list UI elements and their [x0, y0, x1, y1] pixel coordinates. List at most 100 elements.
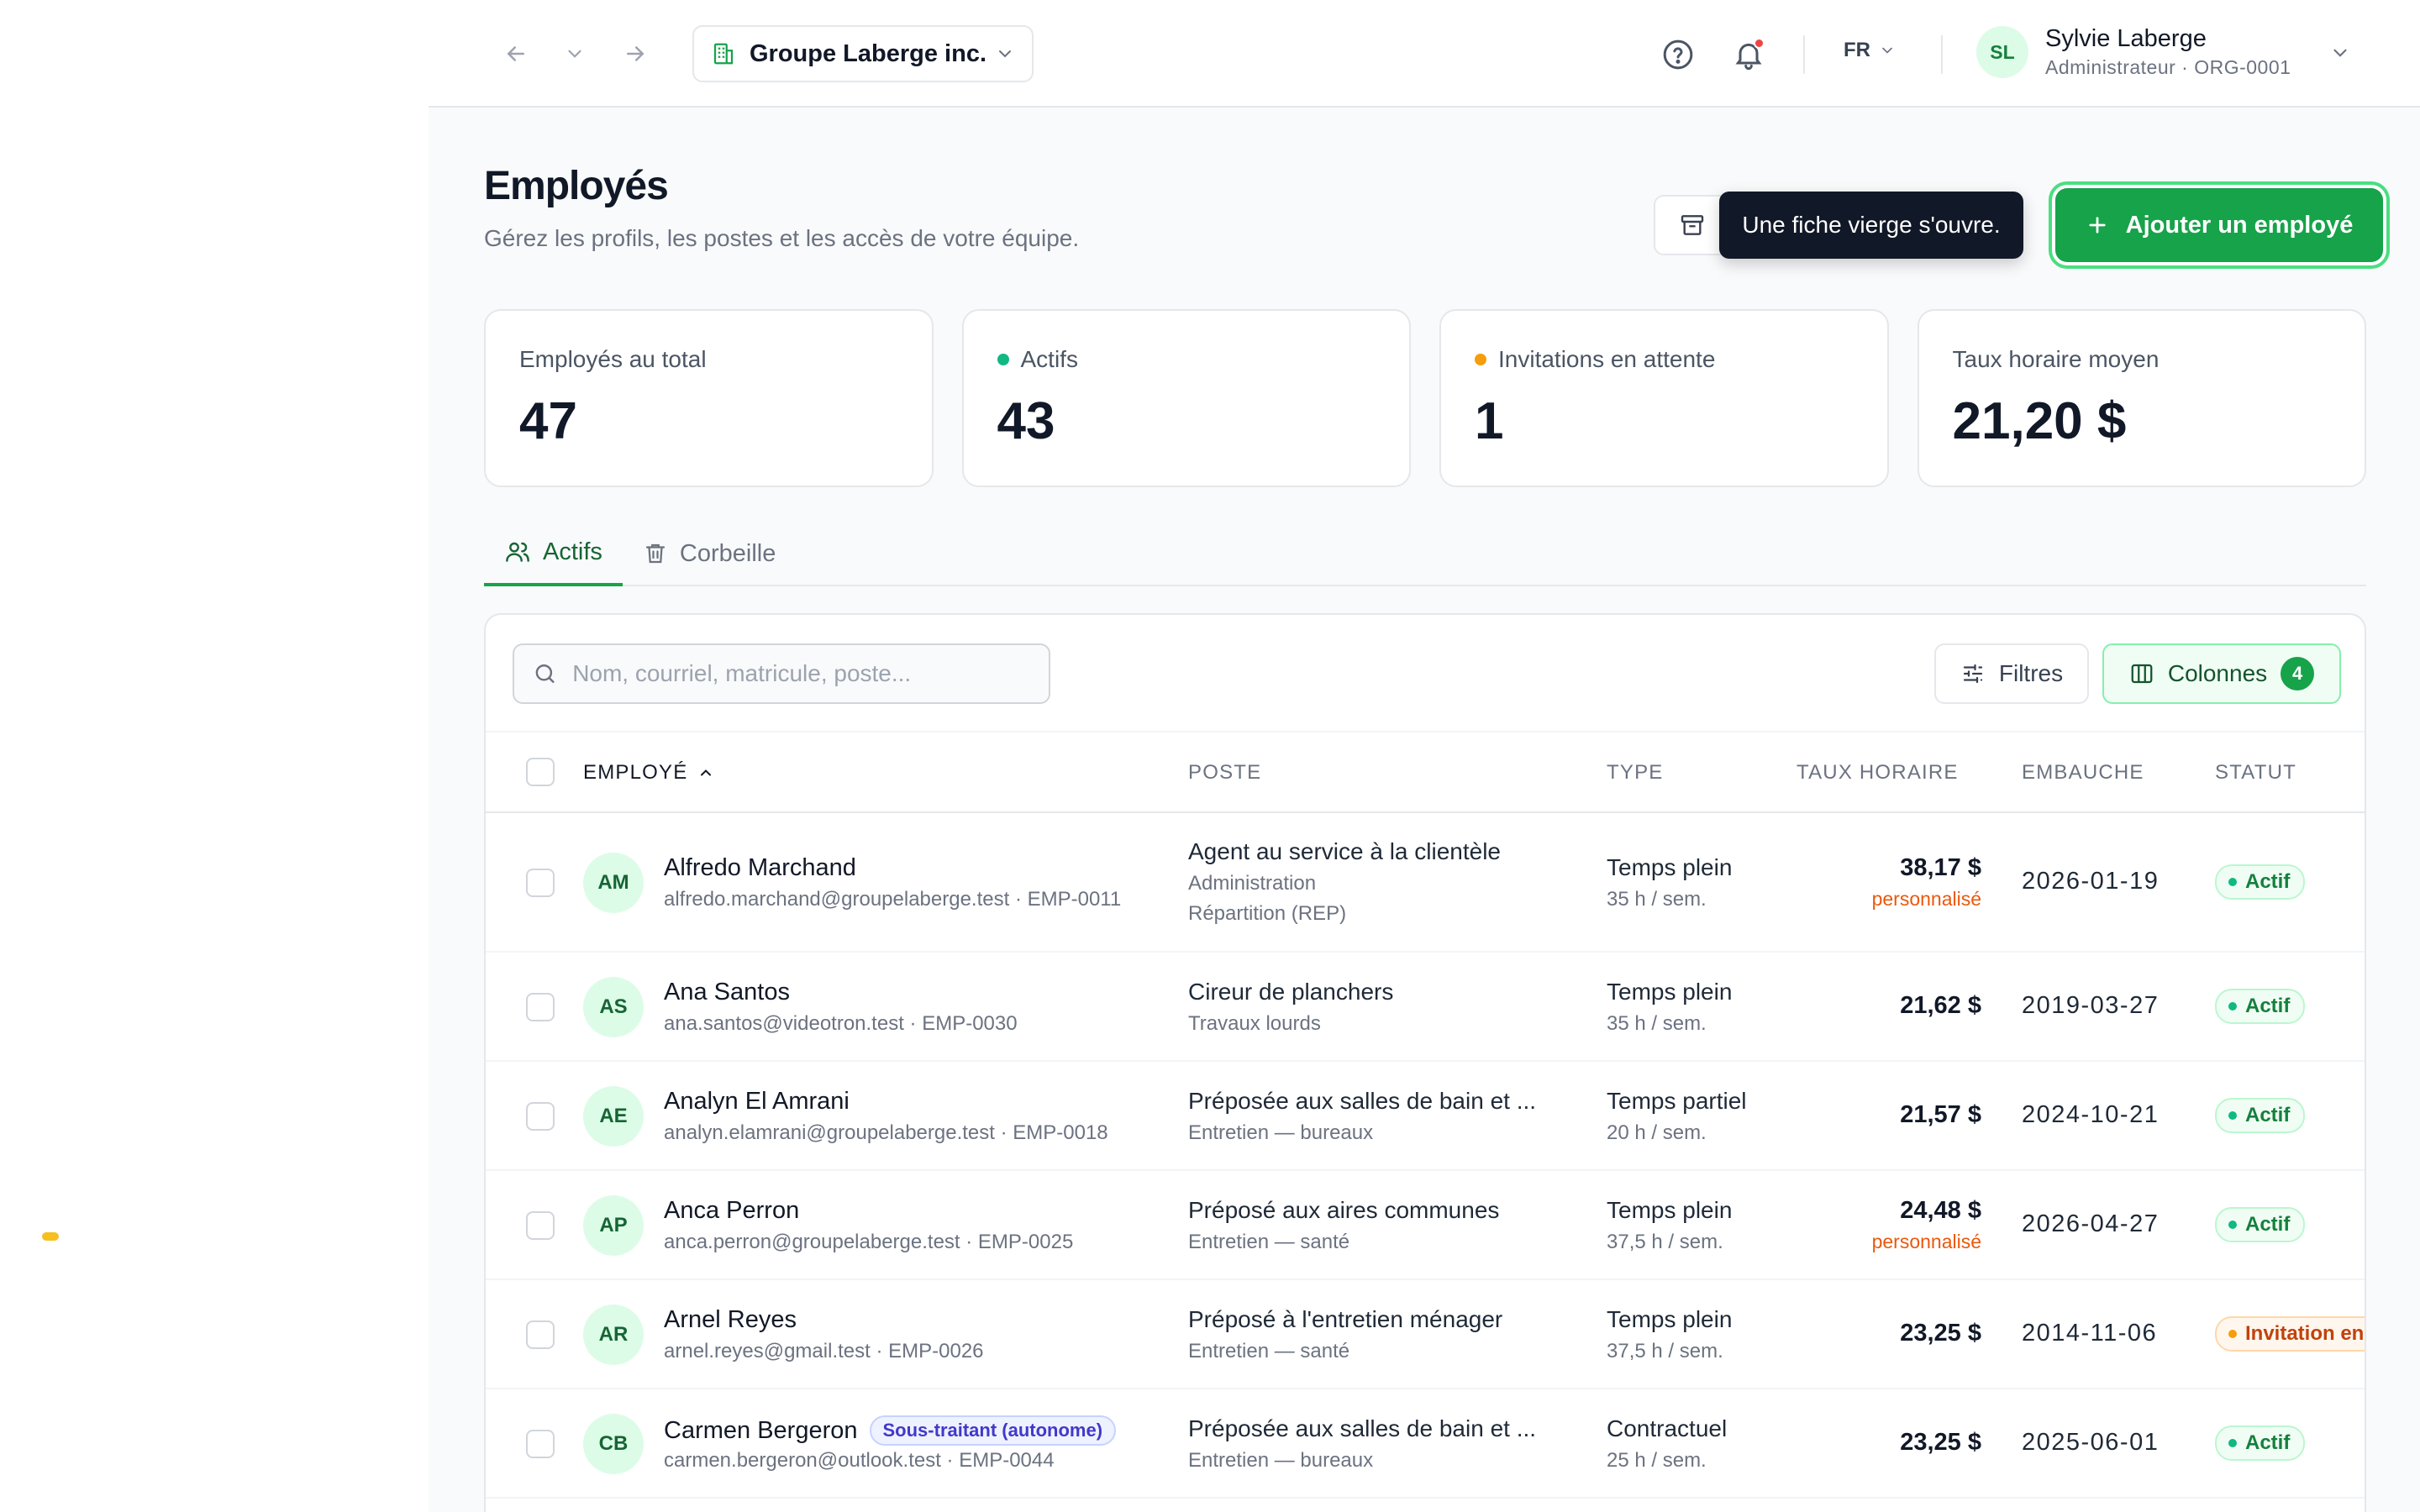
- status-dot-icon: [2228, 1221, 2237, 1229]
- column-header-hire[interactable]: EMBAUCHE: [2022, 761, 2144, 785]
- position-title: Agent au service à la clientèle: [1188, 838, 1501, 864]
- tab-trash[interactable]: Corbeille: [623, 521, 796, 586]
- position-department: Administration: [1188, 872, 1317, 895]
- table-row[interactable]: AE Analyn El Amrani analyn.elamrani@groupe…: [486, 1062, 2365, 1171]
- help-circle-icon: [1663, 39, 1693, 70]
- status-dot-icon: [2228, 1111, 2237, 1120]
- table-row[interactable]: AP Anca Perron anca.perron@groupelaberge.t…: [486, 1171, 2365, 1280]
- back-button[interactable]: [496, 34, 536, 74]
- user-role: Administrateur · ORG-0001: [2045, 56, 2291, 78]
- row-checkbox[interactable]: [526, 1102, 555, 1131]
- arrow-right-icon: [627, 46, 644, 61]
- row-checkbox[interactable]: [526, 1430, 555, 1458]
- stat-value: 1: [1475, 392, 1504, 450]
- row-checkbox[interactable]: [526, 1211, 555, 1240]
- sidebar: [0, 0, 429, 1512]
- add-employee-label: Ajouter un employé: [2125, 211, 2354, 239]
- stat-card-active: Actifs 43: [961, 309, 1411, 487]
- employee-name-line[interactable]: Anca Perron: [664, 1197, 799, 1225]
- position-department: Entretien — santé: [1188, 1340, 1350, 1362]
- search-input[interactable]: [572, 660, 1030, 687]
- forward-button[interactable]: [615, 34, 655, 74]
- employee-meta: ana.santos@videotron.test · EMP-0030: [664, 1012, 1018, 1035]
- column-header-status[interactable]: STATUT: [2215, 761, 2296, 785]
- history-dropdown-button[interactable]: [555, 34, 595, 74]
- hire-date: 2019-03-27: [2022, 992, 2160, 1019]
- table-row[interactable]: AM Alfredo Marchand alfredo.marchand@group…: [486, 813, 2365, 953]
- search-box: [513, 643, 1050, 704]
- rate-custom-note: personnalisé: [1871, 888, 1981, 910]
- employee-meta: alfredo.marchand@groupelaberge.test · EM…: [664, 888, 1122, 911]
- position-department: Entretien — bureaux: [1188, 1121, 1374, 1144]
- status-badge: Actif: [2215, 1098, 2306, 1133]
- columns-icon: [2131, 664, 2153, 684]
- select-all-checkbox[interactable]: [526, 758, 555, 786]
- employee-name-line[interactable]: Analyn El Amrani: [664, 1088, 850, 1116]
- chevron-down-icon: [568, 50, 581, 58]
- employee-name-line[interactable]: Arnel Reyes: [664, 1306, 797, 1334]
- hire-date: 2026-01-19: [2022, 868, 2160, 895]
- organization-switcher[interactable]: Groupe Laberge inc.: [692, 25, 1034, 82]
- weekly-hours: 25 h / sem.: [1607, 1449, 1707, 1472]
- tab-active[interactable]: Actifs: [484, 521, 623, 586]
- column-header-label: EMPLOYÉ: [583, 761, 688, 784]
- status-label: Actif: [2245, 870, 2291, 893]
- columns-button[interactable]: Colonnes 4: [2102, 643, 2341, 704]
- chevron-up-icon: [701, 769, 712, 776]
- row-checkbox[interactable]: [526, 869, 555, 897]
- employee-name: Carmen Bergeron: [664, 1416, 858, 1444]
- language-selector[interactable]: FR: [1844, 39, 1896, 62]
- arrow-left-icon: [507, 46, 524, 61]
- row-checkbox[interactable]: [526, 1320, 555, 1349]
- column-header-rate[interactable]: TAUX HORAIRE: [1797, 761, 1959, 785]
- building-icon: [713, 43, 734, 65]
- user-menu[interactable]: SL Sylvie Laberge Administrateur · ORG-0…: [1976, 25, 2291, 79]
- hire-date: 2026-04-27: [2022, 1210, 2160, 1237]
- column-header-employee[interactable]: EMPLOYÉ: [583, 761, 714, 785]
- weekly-hours: 35 h / sem.: [1607, 1012, 1707, 1035]
- status-label: Actif: [2245, 995, 2291, 1017]
- employee-name: Ana Santos: [664, 979, 790, 1005]
- sliders-icon: [1963, 664, 1982, 684]
- row-checkbox[interactable]: [526, 993, 555, 1021]
- employee-name-line[interactable]: Carmen Bergeron Sous-traitant (autonome): [664, 1415, 1117, 1446]
- filters-button[interactable]: Filtres: [1934, 643, 2089, 704]
- trash-icon: [645, 543, 666, 564]
- table-row[interactable]: CB Carmen Bergeron Sous-traitant (autonome…: [486, 1389, 2365, 1499]
- employee-avatar: CB: [583, 1414, 644, 1474]
- hire-date: 2025-06-01: [2022, 1429, 2160, 1456]
- stat-card-avg-rate: Taux horaire moyen 21,20 $: [1917, 309, 2366, 487]
- chevron-down-icon: [1882, 47, 1892, 54]
- add-employee-button[interactable]: Ajouter un employé: [2055, 188, 2383, 262]
- stat-label: Taux horaire moyen: [1952, 346, 2160, 372]
- table-header: EMPLOYÉ POSTE TYPE TAUX HORAIRE EMBAUCHE…: [486, 731, 2365, 813]
- tabs: Actifs Corbeille: [484, 521, 2366, 586]
- chevron-down-icon: [2333, 49, 2347, 57]
- column-header-type[interactable]: TYPE: [1607, 761, 1663, 785]
- position-department: Travaux lourds: [1188, 1012, 1321, 1035]
- user-menu-chevron[interactable]: [2329, 42, 2351, 68]
- chevron-down-icon: [999, 50, 1011, 58]
- status-badge: Actif: [2215, 864, 2306, 900]
- column-header-position[interactable]: POSTE: [1188, 761, 1261, 785]
- help-button[interactable]: [1657, 34, 1699, 76]
- hourly-rate: 23,25 $: [1900, 1429, 1981, 1456]
- employment-type: Temps partiel: [1607, 1088, 1747, 1114]
- status-badge: Actif: [2215, 989, 2306, 1024]
- position-title: Cireur de planchers: [1188, 979, 1394, 1005]
- employee-name: Anca Perron: [664, 1197, 800, 1224]
- archive-icon: [1681, 215, 1704, 235]
- employee-name-line[interactable]: Ana Santos: [664, 979, 790, 1006]
- employee-name-line[interactable]: Alfredo Marchand: [664, 854, 856, 882]
- hire-date: 2014-11-06: [2022, 1320, 2158, 1347]
- table-row[interactable]: AS Ana Santos ana.santos@videotron.test · …: [486, 953, 2365, 1062]
- position-unit: Répartition (REP): [1188, 902, 1347, 925]
- table-row[interactable]: AR Arnel Reyes arnel.reyes@gmail.test · EM…: [486, 1280, 2365, 1389]
- active-dot-icon: [997, 354, 1009, 365]
- stat-label: Actifs: [1020, 346, 1078, 372]
- employment-type: Temps plein: [1607, 1197, 1733, 1223]
- notifications-button[interactable]: [1728, 34, 1770, 76]
- sidebar-indicator-dot: [42, 1232, 59, 1241]
- hourly-rate: 23,25 $: [1900, 1320, 1981, 1347]
- employee-meta: anca.perron@groupelaberge.test · EMP-002…: [664, 1231, 1074, 1253]
